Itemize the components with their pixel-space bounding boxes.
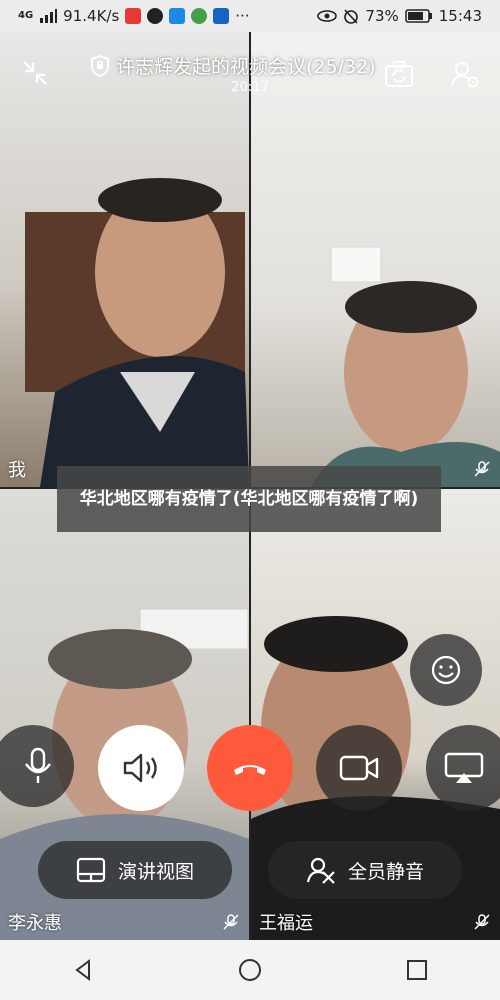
app-notification-icon: [147, 8, 164, 24]
hangup-icon: [234, 765, 266, 775]
screen-share-icon: [444, 752, 484, 783]
speaker-view-label: 演讲视图: [117, 860, 194, 883]
home-icon: [238, 959, 261, 981]
signal-icon: 4G: [18, 10, 34, 21]
emoji-button[interactable]: [410, 634, 482, 706]
emoji-icon: [431, 655, 461, 685]
speaker-icon: [123, 753, 157, 783]
more-notifications: ···: [235, 7, 250, 25]
speaker-view-icon: [76, 857, 106, 883]
meeting-title: 许志辉发起的视频会议(25/32): [90, 52, 410, 79]
meeting-title-text: 许志辉发起的视频会议(25/32): [116, 56, 376, 78]
article-banner: 华北地区哪有疫情了(华北地区哪有疫情了啊): [57, 466, 441, 532]
eye-icon: [317, 10, 338, 22]
article-banner-text: 华北地区哪有疫情了(华北地区哪有疫情了啊): [79, 489, 419, 509]
recents-icon: [406, 960, 427, 980]
switch-camera-icon[interactable]: [384, 60, 414, 88]
back-icon: [75, 959, 91, 981]
mic-muted-icon: [474, 914, 490, 930]
hangup-button[interactable]: [207, 725, 293, 811]
mute-all-icon: [306, 857, 335, 884]
mic-muted-icon: [474, 461, 490, 477]
battery-icon: [405, 9, 432, 23]
mic-muted-icon: [223, 914, 239, 930]
participant-name: 我: [8, 460, 26, 481]
speaker-button[interactable]: [98, 725, 184, 811]
participants-icon[interactable]: [450, 60, 480, 88]
recents-button[interactable]: [387, 950, 447, 990]
mute-all-button[interactable]: 全员静音: [268, 841, 462, 899]
home-button[interactable]: [220, 950, 280, 990]
clock: 15:43: [438, 7, 482, 25]
camera-button[interactable]: [316, 725, 402, 811]
microphone-icon: [25, 747, 51, 783]
mute-all-label: 全员静音: [347, 860, 424, 883]
status-bar: 4G 91.4K/s ··· 73% 15:43: [0, 0, 500, 32]
alarm-off-icon: [344, 9, 359, 24]
shield-icon: [91, 54, 109, 77]
speaker-view-button[interactable]: 演讲视图: [38, 841, 232, 899]
video-camera-icon: [339, 755, 379, 781]
network-speed: 91.4K/s: [63, 7, 120, 25]
back-button[interactable]: [53, 950, 113, 990]
meeting-header: 许志辉发起的视频会议(25/32) 20:17: [0, 32, 500, 102]
app-notification-icon: [169, 8, 186, 24]
app-notification-icon: [213, 8, 230, 24]
meeting-timer: 20:17: [231, 80, 269, 95]
battery-percent: 73%: [365, 7, 399, 25]
app-notification-icon: [125, 8, 142, 24]
app-notification-icon: [191, 8, 208, 24]
navigation-bar: [0, 940, 500, 1000]
signal-bars-icon: [40, 9, 58, 23]
participant-name: 王福运: [259, 913, 313, 934]
participant-name: 李永惠: [8, 913, 62, 934]
